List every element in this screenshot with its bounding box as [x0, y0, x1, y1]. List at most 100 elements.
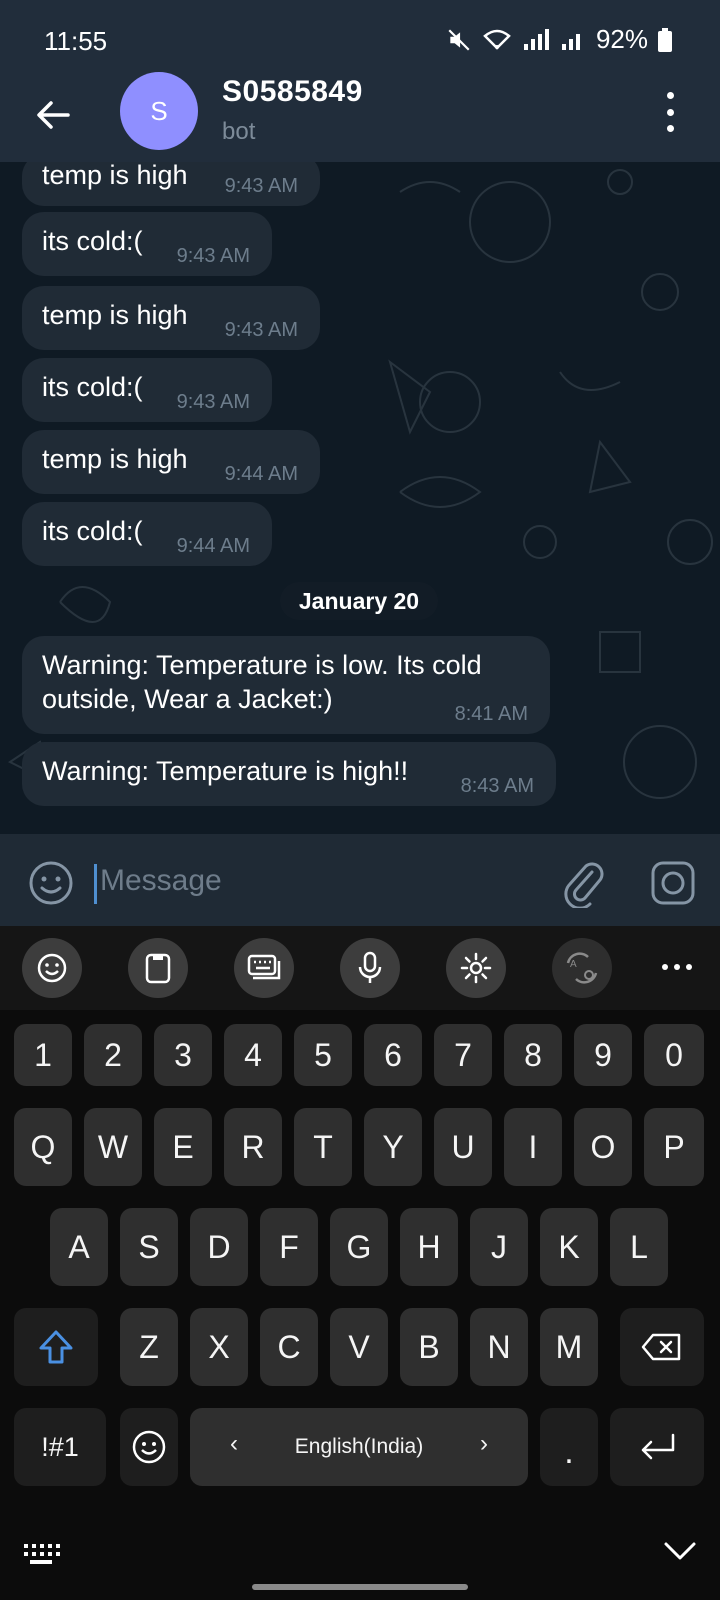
message-bubble[interactable]: its cold:( 9:44 AM	[22, 502, 272, 566]
key-b[interactable]: B	[400, 1308, 458, 1386]
backspace-icon	[641, 1333, 681, 1361]
message-time: 9:43 AM	[224, 319, 298, 341]
key-h[interactable]: H	[400, 1208, 458, 1286]
key-g[interactable]: G	[330, 1208, 388, 1286]
emoji-button[interactable]	[28, 860, 74, 906]
key-l[interactable]: L	[610, 1208, 668, 1286]
key-i[interactable]: I	[504, 1108, 562, 1186]
status-time: 11:55	[44, 26, 108, 56]
hide-keyboard-button[interactable]	[662, 1536, 698, 1571]
key-z[interactable]: Z	[120, 1308, 178, 1386]
key-f[interactable]: F	[260, 1208, 318, 1286]
key-x[interactable]: X	[190, 1308, 248, 1386]
key-p[interactable]: P	[644, 1108, 704, 1186]
key-r[interactable]: R	[224, 1108, 282, 1186]
message-bubble[interactable]: its cold:( 9:43 AM	[22, 212, 272, 276]
voice-input-button[interactable]	[340, 938, 400, 998]
chat-subtitle: bot	[222, 118, 256, 145]
home-indicator[interactable]	[252, 1584, 468, 1590]
date-separator: January 20	[280, 582, 438, 620]
attach-button[interactable]	[562, 860, 606, 910]
key-2[interactable]: 2	[84, 1024, 142, 1086]
key-n[interactable]: N	[470, 1308, 528, 1386]
avatar[interactable]: S	[120, 72, 198, 150]
period-key[interactable]: .	[540, 1408, 598, 1486]
smiley-icon	[29, 861, 73, 905]
key-7[interactable]: 7	[434, 1024, 492, 1086]
more-options-button[interactable]	[660, 92, 680, 132]
key-9[interactable]: 9	[574, 1024, 632, 1086]
chevron-left-icon: ‹	[230, 1430, 238, 1457]
chat-area[interactable]: temp is high 9:43 AM its cold:( 9:43 AM …	[0, 162, 720, 834]
message-bubble[interactable]: temp is high 9:43 AM	[22, 162, 320, 206]
keyboard-toolbar: A	[0, 926, 720, 1010]
message-text: temp is high	[42, 300, 188, 330]
message-bubble[interactable]: temp is high 9:43 AM	[22, 286, 320, 350]
key-6[interactable]: 6	[364, 1024, 422, 1086]
key-d[interactable]: D	[190, 1208, 248, 1286]
message-time: 8:41 AM	[454, 703, 528, 725]
status-bar: 11:55 92%	[0, 0, 720, 80]
key-8[interactable]: 8	[504, 1024, 562, 1086]
keyboard-grid-icon	[24, 1544, 60, 1564]
paperclip-icon	[564, 862, 604, 910]
shift-icon	[39, 1330, 73, 1364]
message-bubble[interactable]: Warning: Temperature is low. Its cold ou…	[22, 636, 550, 734]
key-3[interactable]: 3	[154, 1024, 212, 1086]
keyboard-switch-button[interactable]	[22, 1542, 60, 1571]
chat-title[interactable]: S0585849	[222, 75, 363, 109]
keyboard-mode-button[interactable]	[234, 938, 294, 998]
message-time: 9:43 AM	[224, 175, 298, 197]
key-v[interactable]: V	[330, 1308, 388, 1386]
more-toolbar-button[interactable]	[662, 964, 692, 970]
key-c[interactable]: C	[260, 1308, 318, 1386]
message-input-bar: Message	[0, 834, 720, 926]
back-arrow-icon	[37, 101, 70, 129]
keyboard-icon	[247, 954, 281, 980]
backspace-key[interactable]	[620, 1308, 704, 1386]
key-m[interactable]: M	[540, 1308, 598, 1386]
message-time: 8:43 AM	[460, 775, 534, 797]
message-text: temp is high	[42, 162, 188, 190]
key-t[interactable]: T	[294, 1108, 352, 1186]
camera-icon	[651, 861, 695, 905]
gear-icon	[460, 952, 492, 984]
camera-button[interactable]	[650, 860, 696, 906]
message-bubble[interactable]: temp is high 9:44 AM	[22, 430, 320, 494]
enter-key[interactable]	[610, 1408, 704, 1486]
key-a[interactable]: A	[50, 1208, 108, 1286]
key-q[interactable]: Q	[14, 1108, 72, 1186]
emoji-panel-button[interactable]	[22, 938, 82, 998]
back-button[interactable]	[28, 90, 78, 140]
key-s[interactable]: S	[120, 1208, 178, 1286]
key-0[interactable]: 0	[644, 1024, 704, 1086]
key-k[interactable]: K	[540, 1208, 598, 1286]
key-w[interactable]: W	[84, 1108, 142, 1186]
key-j[interactable]: J	[470, 1208, 528, 1286]
emoji-key[interactable]	[120, 1408, 178, 1486]
key-5[interactable]: 5	[294, 1024, 352, 1086]
mute-icon	[448, 28, 470, 51]
shift-key[interactable]	[14, 1308, 98, 1386]
key-o[interactable]: O	[574, 1108, 632, 1186]
message-input[interactable]: Message	[100, 864, 222, 898]
battery-percent: 92%	[595, 24, 648, 54]
key-u[interactable]: U	[434, 1108, 492, 1186]
clipboard-button[interactable]	[128, 938, 188, 998]
message-bubble[interactable]: Warning: Temperature is high!! 8:43 AM	[22, 742, 556, 806]
symbols-key[interactable]: !#1	[14, 1408, 106, 1486]
message-text: its cold:(	[42, 516, 143, 546]
message-text: its cold:(	[42, 372, 143, 402]
key-4[interactable]: 4	[224, 1024, 282, 1086]
message-bubble[interactable]: its cold:( 9:43 AM	[22, 358, 272, 422]
keyboard-settings-button[interactable]	[446, 938, 506, 998]
keyboard: 1 2 3 4 5 6 7 8 9 0 Q W E R T Y U I O P …	[0, 1010, 720, 1600]
key-e[interactable]: E	[154, 1108, 212, 1186]
key-1[interactable]: 1	[14, 1024, 72, 1086]
translate-button[interactable]: A	[552, 938, 612, 998]
keyboard-nav-bar	[0, 1528, 720, 1600]
space-key[interactable]: ‹ English(India) ›	[190, 1408, 528, 1486]
message-text: Warning: Temperature is high!!	[42, 756, 409, 786]
message-time: 9:43 AM	[176, 245, 250, 267]
key-y[interactable]: Y	[364, 1108, 422, 1186]
